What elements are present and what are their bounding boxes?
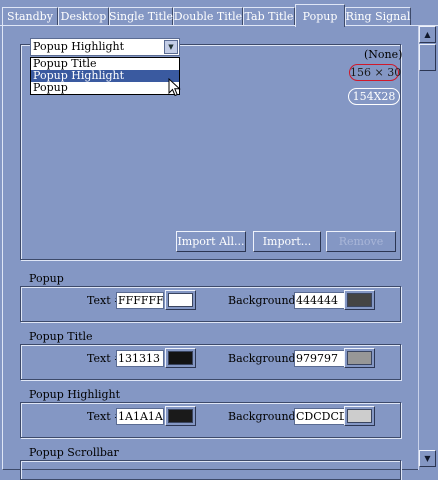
dropdown-option-popup[interactable]: Popup	[31, 82, 179, 94]
popup-highlight-bg-hex-input[interactable]: CDCDCD	[294, 408, 345, 425]
none-size-option[interactable]: (None)	[364, 48, 402, 61]
popup-title-text-color-button[interactable]	[165, 348, 196, 368]
popup-highlight-bg-swatch	[347, 409, 372, 423]
popup-title-bg-swatch	[347, 351, 372, 365]
scroll-down-arrow-icon[interactable]: ▼	[419, 450, 436, 467]
popup-bg-hex-input[interactable]: 444444	[294, 292, 345, 309]
popup-text-hex-input[interactable]: FFFFFF	[116, 292, 164, 309]
popup-highlight-text-swatch	[168, 409, 193, 423]
import-button[interactable]: Import...	[253, 231, 321, 252]
element-dropdown-list: Popup Title Popup Highlight Popup	[30, 57, 180, 95]
popup-bg-color-button[interactable]	[344, 290, 375, 310]
popup-text-color-button[interactable]	[165, 290, 196, 310]
tab-ring-signal[interactable]: Ring Signal	[345, 7, 411, 25]
group-title-popup: Popup	[27, 272, 66, 285]
popup-title-text-hex-input[interactable]: 131313	[116, 350, 164, 367]
popup-bg-swatch	[347, 293, 372, 307]
popup-title-text-swatch	[168, 351, 193, 365]
popup-title-bg-hex-input[interactable]: 979797	[294, 350, 345, 367]
mouse-pointer-icon	[168, 78, 181, 97]
popup-scrollbar-colors-group	[20, 460, 401, 480]
popup-text-swatch	[168, 293, 193, 307]
popup-title-bg-color-button[interactable]	[344, 348, 375, 368]
popup-highlight-bg-color-button[interactable]	[344, 406, 375, 426]
group-title-popup-highlight: Popup Highlight	[27, 388, 123, 401]
import-all-button[interactable]: Import All...	[176, 231, 246, 252]
scrollbar-thumb[interactable]	[419, 44, 436, 71]
tab-bar: Standby Desktop Single Title Double Titl…	[0, 0, 438, 27]
tab-single-title[interactable]: Single Title	[109, 7, 173, 25]
tab-double-title[interactable]: Double Title	[173, 7, 243, 25]
element-select[interactable]: Popup Highlight ▼	[30, 38, 180, 56]
group-title-popup-title: Popup Title	[27, 330, 95, 343]
size-option[interactable]: 154X28	[348, 88, 400, 105]
remove-button[interactable]: Remove	[326, 231, 396, 252]
tab-popup[interactable]: Popup	[295, 4, 345, 27]
tab-standby[interactable]: Standby	[2, 7, 58, 25]
tab-desktop[interactable]: Desktop	[58, 7, 109, 25]
size-option-selected[interactable]: 156 × 30	[349, 64, 401, 81]
chevron-down-icon[interactable]: ▼	[164, 40, 178, 54]
popup-highlight-text-hex-input[interactable]: 1A1A1A	[116, 408, 164, 425]
vertical-scrollbar[interactable]: ▲ ▼	[418, 26, 436, 470]
element-select-value: Popup Highlight	[33, 40, 125, 53]
tab-tab-title[interactable]: Tab Title	[243, 7, 295, 25]
popup-highlight-text-color-button[interactable]	[165, 406, 196, 426]
scroll-up-arrow-icon[interactable]: ▲	[419, 26, 436, 43]
group-title-popup-scrollbar: Popup Scrollbar	[27, 446, 121, 459]
